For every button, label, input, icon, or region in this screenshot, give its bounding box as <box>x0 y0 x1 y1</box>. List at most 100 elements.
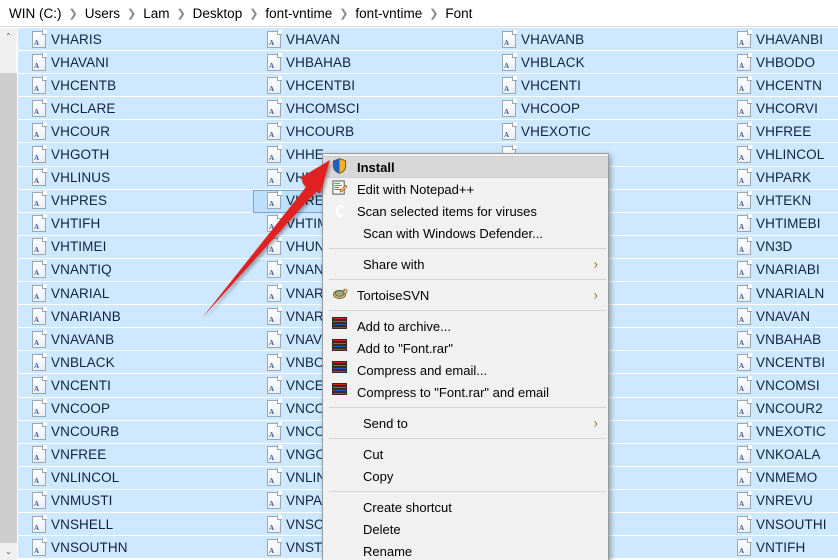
file-list-item[interactable]: A VNBLACK <box>18 351 253 375</box>
file-list-item[interactable]: A VHTIMEBI <box>723 212 838 236</box>
file-list-item[interactable]: A VHEXOTIC <box>488 120 723 144</box>
file-name-label: VHAVANI <box>51 54 109 70</box>
file-list-item[interactable]: A VHCENTB <box>18 74 253 98</box>
file-list-item[interactable]: A VNEXOTIC <box>723 420 838 444</box>
document-icon: A <box>32 352 47 371</box>
file-list-item[interactable]: A VHCOUR <box>18 120 253 144</box>
file-list-item[interactable]: A VHCLARE <box>18 97 253 121</box>
breadcrumb-item[interactable]: Users <box>82 5 123 22</box>
menu-item-scan-with-windows-defender[interactable]: Scan with Windows Defender... <box>323 222 608 244</box>
file-list-item[interactable]: A VHAVANBI <box>723 28 838 52</box>
file-name-label: VHAVAN <box>286 31 341 47</box>
breadcrumb-item[interactable]: Lam <box>140 5 172 22</box>
file-list-item[interactable]: A VNARIALN <box>723 282 838 306</box>
file-list-item[interactable]: A VNCOMSI <box>723 374 838 398</box>
breadcrumb-item[interactable]: font-vntime <box>352 5 425 22</box>
file-list-item[interactable]: A VNANTIQ <box>18 258 253 283</box>
menu-item-cut[interactable]: Cut <box>323 443 608 465</box>
file-list-item[interactable]: A VNFREE <box>18 443 253 467</box>
file-list-item[interactable]: A VHCOMSCI <box>253 97 488 121</box>
file-list-item[interactable]: A VHBLACK <box>488 51 723 75</box>
file-list-item[interactable]: A VNSOUTHI <box>723 512 838 537</box>
font-letter-glyph: A <box>269 269 275 278</box>
file-list-item[interactable]: A VNLINCOL <box>18 466 253 490</box>
file-list-item[interactable]: A VNCOUR2 <box>723 397 838 421</box>
file-list-item[interactable]: A VHARIS <box>18 28 253 52</box>
document-icon: A <box>737 399 752 418</box>
menu-item-send-to[interactable]: Send to › <box>323 412 608 434</box>
menu-item-create-shortcut[interactable]: Create shortcut <box>323 496 608 518</box>
file-list-item[interactable]: A VN3D <box>723 235 838 259</box>
file-list-item[interactable]: A VHAVANB <box>488 28 723 52</box>
file-list-item[interactable]: A VHCOURB <box>253 120 488 144</box>
file-list-item[interactable]: A VNCOOP <box>18 397 253 421</box>
file-list-item[interactable]: A VNARIANB <box>18 305 253 329</box>
file-list-item[interactable]: A VNMEMO <box>723 466 838 490</box>
file-list-item[interactable]: A VNKOALA <box>723 443 838 467</box>
scroll-up-button[interactable]: ⌃ <box>0 28 17 45</box>
menu-item-edit-with-notepad[interactable]: Edit with Notepad++ <box>323 178 608 200</box>
file-list-item[interactable]: A VHCENTI <box>488 74 723 98</box>
menu-item-copy[interactable]: Copy <box>323 465 608 487</box>
file-list-item[interactable]: A VNCOURB <box>18 420 253 444</box>
font-letter-glyph: A <box>269 246 275 255</box>
menu-item-rename[interactable]: Rename <box>323 540 608 560</box>
file-list-item[interactable]: A VNSHELL <box>18 512 253 537</box>
file-list-item[interactable]: A VHPARK <box>723 166 838 190</box>
file-list-item[interactable]: A VNTIFH <box>723 536 838 560</box>
file-list-item[interactable]: A VHBODO <box>723 51 838 75</box>
file-list-item[interactable]: A VHLINUS <box>18 166 253 190</box>
menu-item-compress-to-font-rar-and-email[interactable]: Compress to "Font.rar" and email <box>323 381 608 403</box>
scrollbar-thumb[interactable] <box>0 73 17 543</box>
menu-item-share-with[interactable]: Share with › <box>323 253 608 275</box>
breadcrumb-item[interactable]: Desktop <box>190 5 246 22</box>
file-name-label: VHARIS <box>51 31 102 47</box>
context-menu[interactable]: Install Edit with Notepad++ Scan selected … <box>322 153 609 560</box>
breadcrumb-item[interactable]: Font <box>442 5 475 22</box>
file-list-item[interactable]: A VHCOOP <box>488 97 723 121</box>
file-list-item[interactable]: A VNAVAN <box>723 305 838 329</box>
file-name-label: VN3D <box>756 239 793 255</box>
vertical-scrollbar[interactable]: ⌃ ⌄ <box>0 28 17 560</box>
document-icon: A <box>267 399 282 418</box>
file-list-item[interactable]: A VNCENTI <box>18 374 253 398</box>
file-list-item[interactable]: A VHTIFH <box>18 212 253 236</box>
file-list-item[interactable]: A VNARIABI <box>723 258 838 283</box>
file-list-item[interactable]: A VHTIMEI <box>18 235 253 259</box>
file-list-item[interactable]: A VNREVU <box>723 489 838 513</box>
font-letter-glyph: A <box>269 154 275 163</box>
file-list-item[interactable]: A VNBAHAB <box>723 328 838 352</box>
menu-item-tortoisesvn[interactable]: TortoiseSVN › <box>323 284 608 306</box>
file-name-label: VNEXOTIC <box>756 424 826 440</box>
menu-item-add-to-font-rar[interactable]: Add to "Font.rar" <box>323 337 608 359</box>
chevron-up-icon: ⌃ <box>5 31 12 41</box>
scroll-down-button[interactable]: ⌄ <box>0 543 17 560</box>
breadcrumb-item[interactable]: WIN (C:) <box>6 5 64 22</box>
file-list-item[interactable]: A VNARIAL <box>18 282 253 306</box>
file-list-item[interactable]: A VHGOTH <box>18 143 253 167</box>
file-list-item[interactable]: A VHCENTBI <box>253 74 488 98</box>
file-list-item[interactable]: A VHTEKN <box>723 189 838 213</box>
document-icon: A <box>267 168 282 187</box>
file-name-label: VNSOUTHI <box>756 516 827 532</box>
breadcrumb[interactable]: WIN (C:) ❯ Users ❯ Lam ❯ Desktop ❯ font-vntime ❯ f… <box>0 0 838 27</box>
file-list-item[interactable]: A VHAVANI <box>18 51 253 75</box>
file-list-item[interactable]: A VNMUSTI <box>18 489 253 513</box>
menu-item-install[interactable]: Install <box>323 156 608 178</box>
file-list-item[interactable]: A VNAVANB <box>18 328 253 352</box>
file-list-item[interactable]: A VHCORVI <box>723 97 838 121</box>
file-list-item[interactable]: A VHFREE <box>723 120 838 144</box>
menu-item-scan-selected-items-for-viruses[interactable]: Scan selected items for viruses <box>323 200 608 222</box>
file-list-item[interactable]: A VNSOUTHN <box>18 536 253 560</box>
file-list-item[interactable]: A VHLINCOL <box>723 143 838 167</box>
file-list-item[interactable]: A VNCENTBI <box>723 351 838 375</box>
menu-item-delete[interactable]: Delete <box>323 518 608 540</box>
breadcrumb-item[interactable]: font-vntime <box>262 5 335 22</box>
file-list-item[interactable]: A VHCENTN <box>723 74 838 98</box>
font-letter-glyph: A <box>269 384 275 393</box>
menu-item-add-to-archive[interactable]: Add to archive... <box>323 315 608 337</box>
menu-item-compress-and-email[interactable]: Compress and email... <box>323 359 608 381</box>
file-list-item[interactable]: A VHBAHAB <box>253 51 488 75</box>
file-list-item[interactable]: A VHAVAN <box>253 28 488 52</box>
file-list-item[interactable]: A VHPRES <box>18 189 253 213</box>
